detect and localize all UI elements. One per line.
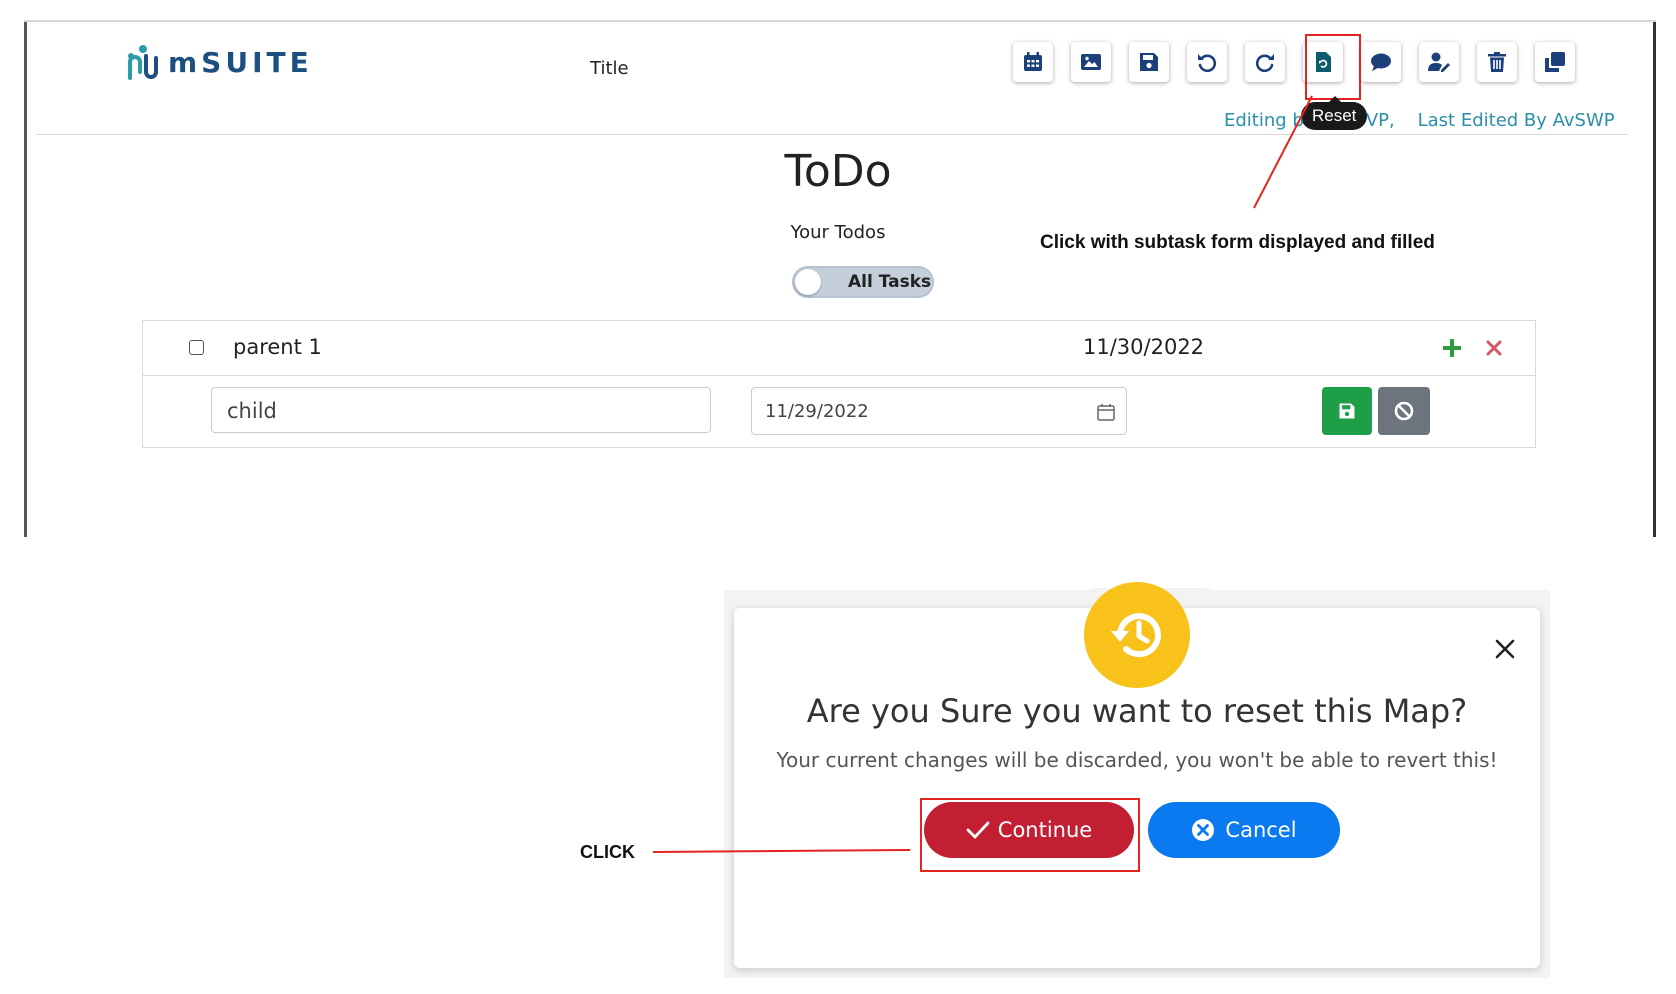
edit-status: Editing b VP, Last Edited By AvSWP xyxy=(1224,110,1615,131)
save-icon xyxy=(1339,403,1355,419)
calendar-icon xyxy=(1024,52,1042,71)
comment-icon xyxy=(1371,53,1391,71)
page-title: ToDo xyxy=(784,146,892,197)
editing-by-text: Editing b xyxy=(1224,110,1304,131)
app-window: mSUITE Title Reset Editing b VP, Last Ed… xyxy=(24,20,1656,537)
subtask-form: child 11/29/2022 xyxy=(143,377,1535,447)
comment-button[interactable] xyxy=(1361,42,1401,82)
image-button[interactable] xyxy=(1071,42,1111,82)
brand-logo: mSUITE xyxy=(126,44,313,80)
continue-button-highlight xyxy=(920,798,1140,872)
delete-task-icon[interactable] xyxy=(1485,339,1503,357)
redo-icon xyxy=(1255,54,1274,73)
task-date: 11/30/2022 xyxy=(1083,335,1205,359)
history-glyph-icon xyxy=(1111,613,1161,658)
msuite-logo-icon xyxy=(128,45,158,80)
cancel-label: Cancel xyxy=(1225,818,1297,842)
annotation-note: Click with subtask form displayed and fi… xyxy=(1040,232,1435,253)
close-icon[interactable] xyxy=(1494,638,1516,660)
subtask-name-input[interactable]: child xyxy=(211,387,711,433)
save-icon xyxy=(1140,53,1158,71)
task-name: parent 1 xyxy=(233,335,322,359)
undo-button[interactable] xyxy=(1187,42,1227,82)
last-edited-text: Last Edited By AvSWP xyxy=(1417,110,1615,131)
save-subtask-button[interactable] xyxy=(1322,387,1372,435)
close-circle-icon xyxy=(1192,819,1215,841)
cancel-button[interactable]: Cancel xyxy=(1148,802,1340,858)
copy-button[interactable] xyxy=(1535,42,1575,82)
redo-button[interactable] xyxy=(1245,42,1285,82)
editing-by-tail: VP, xyxy=(1365,110,1395,131)
calendar-button[interactable] xyxy=(1013,42,1053,82)
reset-button-highlight xyxy=(1305,34,1361,100)
save-button[interactable] xyxy=(1129,42,1169,82)
trash-icon xyxy=(1488,52,1506,72)
toggle-knob xyxy=(795,269,821,295)
dialog-message: Your current changes will be discarded, … xyxy=(776,748,1498,772)
table-row: parent 1 11/30/2022 xyxy=(143,321,1535,376)
all-tasks-toggle[interactable]: All Tasks xyxy=(792,266,934,298)
delete-button[interactable] xyxy=(1477,42,1517,82)
document-title[interactable]: Title xyxy=(590,58,629,79)
toolbar xyxy=(1013,42,1575,82)
copy-icon xyxy=(1545,52,1565,72)
undo-icon xyxy=(1198,54,1217,73)
user-edit-icon xyxy=(1428,52,1450,72)
user-edit-button[interactable] xyxy=(1419,42,1459,82)
window-edge-right xyxy=(1653,22,1656,537)
task-table: parent 1 11/30/2022 child 11/29/2022 xyxy=(142,320,1536,448)
add-subtask-icon[interactable] xyxy=(1441,337,1463,359)
dialog-title: Are you Sure you want to reset this Map? xyxy=(806,692,1468,730)
task-checkbox[interactable] xyxy=(189,340,204,355)
brand-name: mSUITE xyxy=(168,45,313,79)
cancel-subtask-button[interactable] xyxy=(1378,387,1430,435)
click-annotation: CLICK xyxy=(580,842,635,862)
toggle-label: All Tasks xyxy=(848,272,932,292)
history-icon xyxy=(1084,582,1190,688)
subtask-date-input[interactable]: 11/29/2022 xyxy=(751,387,1127,435)
subtask-date-value: 11/29/2022 xyxy=(765,401,869,422)
image-icon xyxy=(1081,54,1101,70)
window-edge-left xyxy=(24,22,27,537)
ban-icon xyxy=(1394,401,1414,421)
calendar-icon[interactable] xyxy=(1096,402,1116,422)
header-divider xyxy=(36,134,1628,135)
